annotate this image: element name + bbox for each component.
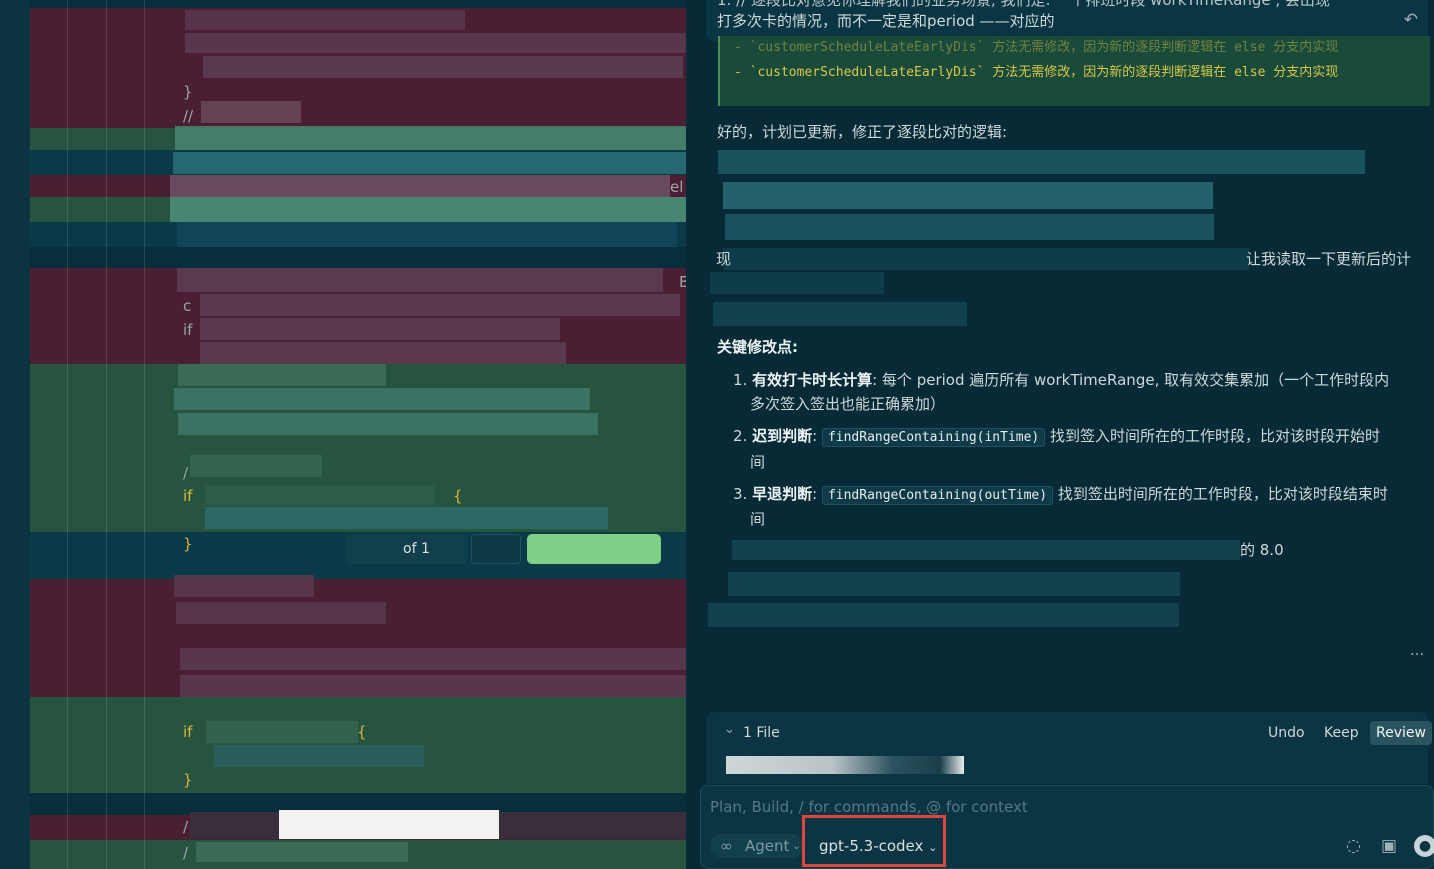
model-selector-highlight: [802, 815, 946, 867]
chevron-down-icon: ⌄: [792, 839, 802, 852]
redacted-code: [170, 175, 670, 197]
redacted-code: [174, 575, 314, 597]
code-comment: //: [183, 107, 194, 125]
redacted-text: [710, 272, 884, 294]
code-slash: /: [183, 818, 189, 836]
activity-gutter: [0, 0, 30, 869]
redacted-code: [177, 222, 677, 247]
redacted-code: [196, 842, 408, 862]
redacted-code: [180, 648, 686, 670]
changed-files-panel: ⌄ 1 File Undo Keep Review: [706, 712, 1432, 784]
redacted-code: [205, 485, 435, 505]
code-editor[interactable]: } // el c if B / if { } if { } / / of 1: [30, 0, 686, 869]
redacted-code: [214, 745, 424, 767]
code-close-brace: }: [183, 83, 193, 101]
redacted-code: [176, 602, 386, 624]
redacted-code: [174, 388, 590, 410]
redacted-tool-row: [718, 150, 1365, 174]
redacted-code: [200, 342, 566, 364]
redacted-code: [177, 268, 663, 292]
code-if-keyword: if: [183, 487, 193, 505]
image-icon[interactable]: ▣: [1381, 836, 1397, 856]
redacted-code: [203, 56, 683, 78]
user-message-line: 打多次卡的情况，而不一定是和period ——对应的: [717, 12, 1055, 30]
redacted-file-name[interactable]: [726, 756, 964, 774]
redacted-code: [185, 10, 465, 30]
code-open-brace: {: [357, 723, 367, 741]
undo-arrow-icon[interactable]: ↶: [1404, 10, 1418, 30]
code-if-keyword: if: [183, 321, 193, 339]
indent-guide: [106, 0, 107, 869]
redacted-code: [206, 721, 358, 743]
find-apply-button[interactable]: [527, 534, 661, 564]
indent-guide: [144, 0, 145, 869]
plan-line: - `customerScheduleLateEarlyDis` 方法无需修改，…: [734, 65, 1339, 80]
assistant-text-fragment: 让我读取一下更新后的计: [1246, 250, 1412, 268]
more-options[interactable]: ...: [1410, 638, 1424, 662]
find-match-count: of 1: [345, 534, 467, 564]
code-slash: /: [183, 844, 189, 862]
list-item: 2. 迟到判断: findRangeContaining(inTime) 找到签…: [733, 427, 1381, 447]
redacted-code-bright: [279, 810, 499, 839]
files-count-label[interactable]: 1 File: [743, 721, 780, 745]
code-if-keyword: if: [183, 723, 193, 741]
redacted-code: [205, 507, 608, 529]
keep-button[interactable]: Keep: [1324, 721, 1359, 745]
key-changes-heading: 关键修改点:: [717, 338, 798, 356]
redacted-code: [180, 675, 686, 697]
redacted-code: [178, 364, 386, 386]
code-fragment: el: [670, 178, 684, 196]
chevron-down-icon[interactable]: ⌄: [724, 722, 735, 737]
review-button[interactable]: Review: [1370, 721, 1432, 745]
code-slash: /: [183, 464, 189, 482]
redacted-text: [713, 302, 967, 326]
redacted-code: [175, 126, 686, 150]
code-char: B: [679, 273, 686, 291]
redacted-code: [200, 294, 680, 316]
list-item-continuation: 间: [750, 510, 766, 528]
undo-button[interactable]: Undo: [1268, 721, 1305, 745]
microphone-icon[interactable]: ●: [1414, 835, 1434, 857]
redacted-tool-row: [723, 182, 1213, 209]
list-item-continuation: 多次签入签出也能正确累加）: [750, 395, 946, 413]
redacted-code: [190, 455, 322, 477]
spinner-icon: ◌: [1346, 836, 1361, 856]
redacted-code: [185, 33, 686, 53]
code-close-brace: }: [183, 535, 193, 553]
redacted-text: [708, 603, 1179, 627]
list-item: 1. 有效打卡时长计算: 每个 period 遍历所有 workTimeRang…: [733, 371, 1390, 389]
plan-line: - `customerScheduleLateEarlyDis` 方法无需修改，…: [734, 40, 1339, 55]
redacted-tool-row: [725, 214, 1214, 240]
redacted-code: [170, 197, 686, 222]
find-widget[interactable]: of 1: [345, 534, 663, 564]
redacted-text: [732, 540, 1240, 560]
code-open-brace: {: [453, 487, 463, 505]
infinity-icon: ∞: [720, 837, 733, 855]
list-item: 3. 早退判断: findRangeContaining(outTime) 找到…: [733, 485, 1388, 505]
redacted-code: [201, 101, 301, 123]
redacted-text: [723, 248, 1249, 270]
agent-mode-selector[interactable]: ∞ Agent ⌄: [710, 834, 804, 858]
plan-diff-block: - `customerScheduleLateEarlyDis` 方法无需修改，…: [718, 36, 1430, 106]
redacted-text: [728, 572, 1180, 596]
assistant-message: 好的，计划已更新，修正了逐段比对的逻辑:: [717, 123, 1008, 141]
redacted-code: [173, 152, 686, 174]
list-item-continuation: 间: [750, 453, 766, 471]
assistant-text-fragment: 现: [716, 250, 732, 268]
assistant-text-fragment: 的 8.0: [1240, 541, 1284, 559]
agent-chat-panel: 1. // 逐段比对意见你理解我们的业务场景, 我们是: 一个排班时段 work…: [700, 0, 1434, 869]
code-close-brace: }: [183, 771, 193, 789]
redacted-code: [178, 413, 598, 435]
code-char: c: [183, 297, 192, 315]
redacted-code: [200, 318, 560, 340]
find-nav-buttons[interactable]: [471, 534, 521, 564]
indent-guide: [67, 0, 68, 869]
